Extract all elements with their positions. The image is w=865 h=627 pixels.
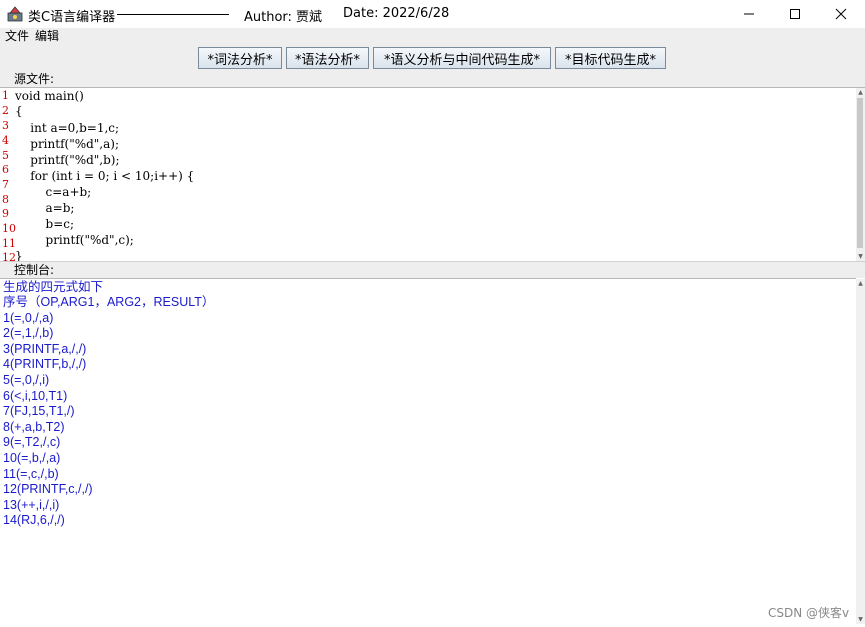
line-number: 1 xyxy=(2,89,9,102)
console-line: 生成的四元式如下 xyxy=(3,280,104,294)
console-line: 8(+,a,b,T2) xyxy=(3,420,65,434)
menu-file[interactable]: 文件 xyxy=(5,28,29,44)
lexical-analysis-button[interactable]: *词法分析* xyxy=(198,47,282,69)
code-line: int a=0,b=1,c; xyxy=(15,121,120,135)
syntax-analysis-button[interactable]: *语法分析* xyxy=(286,47,369,69)
source-label: 源文件: xyxy=(14,72,55,86)
console-line: 13(++,i,/,i) xyxy=(3,498,60,512)
line-number: 9 xyxy=(2,207,9,220)
close-icon xyxy=(835,8,847,20)
console-line: 6(<,i,10,T1) xyxy=(3,389,68,403)
minimize-button[interactable] xyxy=(726,0,772,28)
maximize-icon xyxy=(790,9,800,19)
line-number: 10 xyxy=(2,222,16,235)
source-label-bar: 源文件: xyxy=(0,71,865,87)
scroll-up-icon[interactable]: ▲ xyxy=(856,88,865,97)
code-line: for (int i = 0; i < 10;i++) { xyxy=(15,169,195,183)
toolbar: *词法分析* *语法分析* *语义分析与中间代码生成* *目标代码生成* xyxy=(0,45,865,71)
console-line: 14(RJ,6,/,/) xyxy=(3,513,65,527)
code-line: b=c; xyxy=(15,217,75,231)
console-label-bar: 控制台: xyxy=(0,262,865,278)
code-line: printf("%d",b); xyxy=(15,153,120,167)
watermark: CSDN @侠客v xyxy=(768,606,850,620)
date-label: Date: 2022/6/28 xyxy=(343,6,450,21)
console-line: 3(PRINTF,a,/,/) xyxy=(3,342,87,356)
console-line: 1(=,0,/,a) xyxy=(3,311,54,325)
console-label: 控制台: xyxy=(14,263,55,277)
line-number: 2 xyxy=(2,104,9,117)
console-line: 7(FJ,15,T1,/) xyxy=(3,404,75,418)
editor-scroll-thumb[interactable] xyxy=(857,98,863,248)
author-label: Author: 贾斌 xyxy=(244,10,323,25)
console-scrollbar[interactable]: ▲ ▼ xyxy=(856,279,865,624)
editor-scrollbar[interactable]: ▲ ▼ xyxy=(856,88,865,261)
window-title: 类C语言编译器 xyxy=(28,10,116,25)
title-separator-line xyxy=(117,14,229,15)
close-button[interactable] xyxy=(818,0,864,28)
code-line: void main() xyxy=(15,89,84,103)
console-line: 4(PRINTF,b,/,/) xyxy=(3,357,87,371)
code-line: c=a+b; xyxy=(15,185,92,199)
console-line: 10(=,b,/,a) xyxy=(3,451,61,465)
console-line: 序号（OP,ARG1，ARG2，RESULT） xyxy=(3,295,215,309)
app-icon xyxy=(7,6,23,22)
console-output[interactable]: 生成的四元式如下 序号（OP,ARG1，ARG2，RESULT） 1(=,0,/… xyxy=(0,278,856,626)
line-number: 3 xyxy=(2,119,9,132)
line-number: 7 xyxy=(2,178,9,191)
scroll-down-icon[interactable]: ▼ xyxy=(856,252,865,261)
menu-bar: 文件 编辑 xyxy=(0,28,865,45)
code-line: { xyxy=(15,104,23,118)
maximize-button[interactable] xyxy=(772,0,818,28)
console-line: 11(=,c,/,b) xyxy=(3,467,59,481)
minimize-icon xyxy=(744,13,754,15)
scroll-up-icon[interactable]: ▲ xyxy=(856,279,865,288)
line-number: 6 xyxy=(2,163,9,176)
code-line: a=b; xyxy=(15,201,75,215)
console-line: 12(PRINTF,c,/,/) xyxy=(3,482,93,496)
console-line: 9(=,T2,/,c) xyxy=(3,435,61,449)
line-number: 4 xyxy=(2,134,9,147)
code-line: printf("%d",c); xyxy=(15,233,134,247)
console-line: 2(=,1,/,b) xyxy=(3,326,54,340)
menu-edit[interactable]: 编辑 xyxy=(35,28,59,44)
code-line: printf("%d",a); xyxy=(15,137,120,151)
target-code-button[interactable]: *目标代码生成* xyxy=(555,47,666,69)
code-line: } xyxy=(15,249,23,262)
scroll-down-icon[interactable]: ▼ xyxy=(856,615,865,624)
semantic-analysis-button[interactable]: *语义分析与中间代码生成* xyxy=(373,47,551,69)
line-number-gutter: 1 2 3 4 5 6 7 8 9 10 11 12 xyxy=(0,88,16,261)
source-editor[interactable]: 1 2 3 4 5 6 7 8 9 10 11 12 void main() {… xyxy=(0,87,865,262)
title-bar: 类C语言编译器 Author: 贾斌 Date: 2022/6/28 xyxy=(0,0,865,28)
console-line: 5(=,0,/,i) xyxy=(3,373,50,387)
